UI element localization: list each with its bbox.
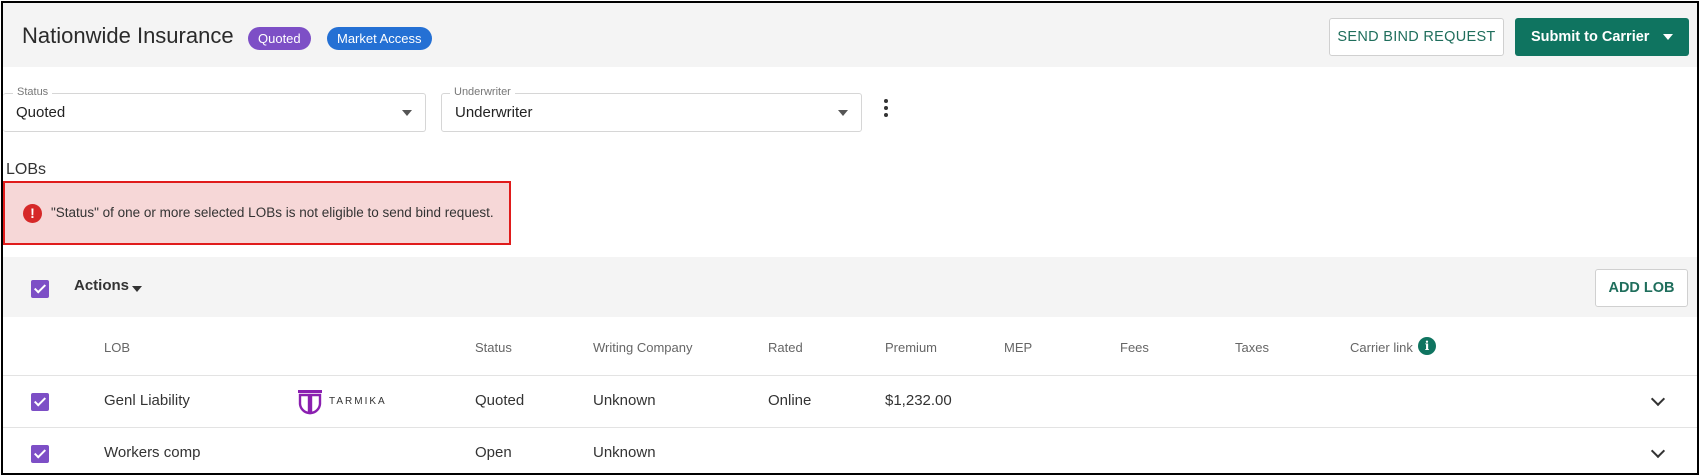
table-row: Workers comp Open Unknown <box>3 428 1697 473</box>
column-header-mep: MEP <box>1004 340 1033 355</box>
chevron-down-icon[interactable] <box>1650 443 1666 459</box>
tarmika-logo-mark <box>298 390 322 415</box>
kebab-menu-icon[interactable] <box>883 99 889 123</box>
column-header-writing-company: Writing Company <box>593 340 693 355</box>
badge-market-access: Market Access <box>327 27 432 50</box>
chevron-down-icon[interactable] <box>1650 391 1666 407</box>
page-title: Nationwide Insurance <box>22 23 234 48</box>
tarmika-logo: TARMIKA <box>296 387 386 415</box>
column-header-lob: LOB <box>104 340 131 355</box>
lob-toolbar: Actions ADD LOB <box>3 257 1697 317</box>
status-field-label: Status <box>13 86 53 98</box>
underwriter-field-label: Underwriter <box>450 86 515 98</box>
status-field-value: Quoted <box>16 104 66 121</box>
column-header-taxes: Taxes <box>1235 340 1269 355</box>
bind-eligibility-alert: ! "Status" of one or more selected LOBs … <box>3 181 511 245</box>
lob-name: Genl Liability <box>104 392 190 409</box>
page-frame: Nationwide Insurance Quoted Market Acces… <box>1 1 1699 475</box>
status-select[interactable]: Status Quoted <box>3 86 426 132</box>
caret-down-icon <box>1663 34 1673 40</box>
underwriter-select[interactable]: Underwriter Underwriter <box>441 86 862 132</box>
column-header-carrier-link: Carrier link <box>1350 340 1413 355</box>
submit-to-carrier-button[interactable]: Submit to Carrier <box>1515 18 1689 56</box>
dropdown-arrow-icon <box>402 110 412 116</box>
column-header-status: Status <box>475 340 512 355</box>
column-header-premium: Premium <box>885 340 938 355</box>
error-icon: ! <box>23 204 42 223</box>
lob-name: Workers comp <box>104 444 201 461</box>
writing-company: Unknown <box>593 444 656 461</box>
info-icon[interactable]: i <box>1418 337 1436 355</box>
row-checkbox[interactable] <box>31 445 49 463</box>
page-header: Nationwide Insurance Quoted Market Acces… <box>3 3 1697 67</box>
writing-company: Unknown <box>593 392 656 409</box>
add-lob-button[interactable]: ADD LOB <box>1595 269 1688 307</box>
actions-menu-button[interactable]: Actions <box>74 277 129 294</box>
row-checkbox[interactable] <box>31 393 49 411</box>
submit-to-carrier-label: Submit to Carrier <box>1531 29 1650 45</box>
send-bind-request-button[interactable]: SEND BIND REQUEST <box>1329 18 1504 56</box>
status-badge-quoted: Quoted <box>248 27 311 50</box>
rated: Online <box>768 392 812 409</box>
column-header-rated: Rated <box>768 340 803 355</box>
column-header-fees: Fees <box>1120 340 1149 355</box>
lobs-section-label: LOBs <box>6 161 47 178</box>
lob-status: Open <box>475 444 512 461</box>
underwriter-field-value: Underwriter <box>455 104 533 121</box>
tarmika-wordmark: TARMIKA <box>329 396 387 407</box>
lob-status: Quoted <box>475 392 525 409</box>
caret-down-icon[interactable] <box>132 286 142 292</box>
table-row: Genl Liability TARMIKA Quoted Unknown On… <box>3 376 1697 427</box>
dropdown-arrow-icon <box>838 110 848 116</box>
premium: $1,232.00 <box>885 392 952 409</box>
select-all-checkbox[interactable] <box>31 280 49 298</box>
alert-message: "Status" of one or more selected LOBs is… <box>51 205 494 220</box>
